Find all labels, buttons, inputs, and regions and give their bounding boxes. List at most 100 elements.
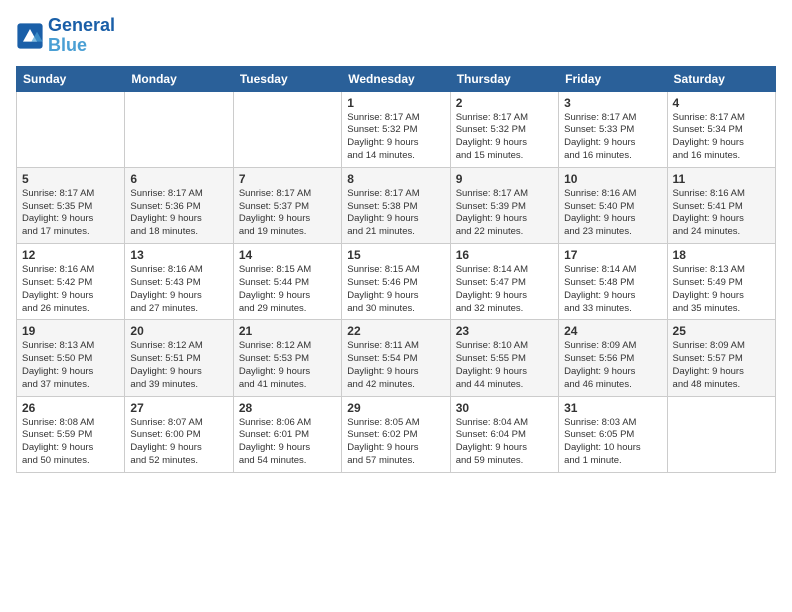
- day-info: Sunrise: 8:17 AM Sunset: 5:37 PM Dayligh…: [239, 188, 336, 239]
- calendar-cell: 31 Sunrise: 8:03 AM Sunset: 6:05 PM Dayli…: [559, 396, 667, 472]
- calendar-week-row: 5 Sunrise: 8:17 AM Sunset: 5:35 PM Daylig…: [17, 167, 776, 243]
- calendar-cell: [125, 91, 233, 167]
- calendar-header: SundayMondayTuesdayWednesdayThursdayFrid…: [17, 66, 776, 91]
- day-number: 3: [564, 96, 661, 110]
- weekday-header-wednesday: Wednesday: [342, 66, 450, 91]
- calendar-cell: 14 Sunrise: 8:15 AM Sunset: 5:44 PM Dayli…: [233, 244, 341, 320]
- day-info: Sunrise: 8:17 AM Sunset: 5:38 PM Dayligh…: [347, 188, 444, 239]
- day-info: Sunrise: 8:06 AM Sunset: 6:01 PM Dayligh…: [239, 417, 336, 468]
- day-number: 4: [673, 96, 770, 110]
- day-info: Sunrise: 8:09 AM Sunset: 5:57 PM Dayligh…: [673, 340, 770, 391]
- day-info: Sunrise: 8:17 AM Sunset: 5:32 PM Dayligh…: [456, 112, 553, 163]
- day-number: 30: [456, 401, 553, 415]
- day-number: 8: [347, 172, 444, 186]
- day-number: 24: [564, 324, 661, 338]
- day-number: 28: [239, 401, 336, 415]
- calendar-week-row: 12Sunrise: 8:16 AM Sunset: 5:42 PM Dayli…: [17, 244, 776, 320]
- calendar-cell: 21 Sunrise: 8:12 AM Sunset: 5:53 PM Dayli…: [233, 320, 341, 396]
- day-number: 9: [456, 172, 553, 186]
- day-info: Sunrise: 8:17 AM Sunset: 5:34 PM Dayligh…: [673, 112, 770, 163]
- calendar-cell: 4 Sunrise: 8:17 AM Sunset: 5:34 PM Daylig…: [667, 91, 775, 167]
- day-number: 27: [130, 401, 227, 415]
- day-number: 31: [564, 401, 661, 415]
- day-info: Sunrise: 8:10 AM Sunset: 5:55 PM Dayligh…: [456, 340, 553, 391]
- day-info: Sunrise: 8:17 AM Sunset: 5:36 PM Dayligh…: [130, 188, 227, 239]
- logo-icon: [16, 22, 44, 50]
- calendar-cell: 7 Sunrise: 8:17 AM Sunset: 5:37 PM Daylig…: [233, 167, 341, 243]
- calendar-cell: 23 Sunrise: 8:10 AM Sunset: 5:55 PM Dayli…: [450, 320, 558, 396]
- day-info: Sunrise: 8:13 AM Sunset: 5:49 PM Dayligh…: [673, 264, 770, 315]
- day-number: 13: [130, 248, 227, 262]
- calendar-cell: 24 Sunrise: 8:09 AM Sunset: 5:56 PM Dayli…: [559, 320, 667, 396]
- day-info: Sunrise: 8:12 AM Sunset: 5:53 PM Dayligh…: [239, 340, 336, 391]
- calendar-cell: [233, 91, 341, 167]
- day-number: 17: [564, 248, 661, 262]
- weekday-header-tuesday: Tuesday: [233, 66, 341, 91]
- calendar-cell: 9 Sunrise: 8:17 AM Sunset: 5:39 PM Daylig…: [450, 167, 558, 243]
- day-number: 25: [673, 324, 770, 338]
- day-number: 20: [130, 324, 227, 338]
- calendar-cell: 12Sunrise: 8:16 AM Sunset: 5:42 PM Dayli…: [17, 244, 125, 320]
- day-info: Sunrise: 8:03 AM Sunset: 6:05 PM Dayligh…: [564, 417, 661, 468]
- calendar-cell: 10 Sunrise: 8:16 AM Sunset: 5:40 PM Dayli…: [559, 167, 667, 243]
- day-number: 21: [239, 324, 336, 338]
- calendar-cell: 29Sunrise: 8:05 AM Sunset: 6:02 PM Dayli…: [342, 396, 450, 472]
- calendar-cell: 3 Sunrise: 8:17 AM Sunset: 5:33 PM Daylig…: [559, 91, 667, 167]
- calendar-table: SundayMondayTuesdayWednesdayThursdayFrid…: [16, 66, 776, 473]
- calendar-cell: 26 Sunrise: 8:08 AM Sunset: 5:59 PM Dayli…: [17, 396, 125, 472]
- calendar-cell: 6 Sunrise: 8:17 AM Sunset: 5:36 PM Daylig…: [125, 167, 233, 243]
- calendar-cell: 16Sunrise: 8:14 AM Sunset: 5:47 PM Dayli…: [450, 244, 558, 320]
- calendar-cell: 5 Sunrise: 8:17 AM Sunset: 5:35 PM Daylig…: [17, 167, 125, 243]
- day-info: Sunrise: 8:17 AM Sunset: 5:39 PM Dayligh…: [456, 188, 553, 239]
- calendar-cell: [667, 396, 775, 472]
- day-info: Sunrise: 8:12 AM Sunset: 5:51 PM Dayligh…: [130, 340, 227, 391]
- day-info: Sunrise: 8:15 AM Sunset: 5:46 PM Dayligh…: [347, 264, 444, 315]
- day-number: 6: [130, 172, 227, 186]
- day-info: Sunrise: 8:15 AM Sunset: 5:44 PM Dayligh…: [239, 264, 336, 315]
- page-header: General Blue: [16, 16, 776, 56]
- day-number: 18: [673, 248, 770, 262]
- day-number: 26: [22, 401, 119, 415]
- calendar-cell: 2 Sunrise: 8:17 AM Sunset: 5:32 PM Daylig…: [450, 91, 558, 167]
- day-number: 10: [564, 172, 661, 186]
- day-info: Sunrise: 8:17 AM Sunset: 5:33 PM Dayligh…: [564, 112, 661, 163]
- day-number: 1: [347, 96, 444, 110]
- day-info: Sunrise: 8:09 AM Sunset: 5:56 PM Dayligh…: [564, 340, 661, 391]
- day-number: 29: [347, 401, 444, 415]
- day-number: 23: [456, 324, 553, 338]
- calendar-cell: 22 Sunrise: 8:11 AM Sunset: 5:54 PM Dayli…: [342, 320, 450, 396]
- weekday-header-row: SundayMondayTuesdayWednesdayThursdayFrid…: [17, 66, 776, 91]
- logo: General Blue: [16, 16, 115, 56]
- weekday-header-saturday: Saturday: [667, 66, 775, 91]
- weekday-header-friday: Friday: [559, 66, 667, 91]
- calendar-week-row: 26 Sunrise: 8:08 AM Sunset: 5:59 PM Dayli…: [17, 396, 776, 472]
- day-info: Sunrise: 8:14 AM Sunset: 5:48 PM Dayligh…: [564, 264, 661, 315]
- day-number: 22: [347, 324, 444, 338]
- day-number: 5: [22, 172, 119, 186]
- weekday-header-monday: Monday: [125, 66, 233, 91]
- day-info: Sunrise: 8:17 AM Sunset: 5:35 PM Dayligh…: [22, 188, 119, 239]
- day-number: 19: [22, 324, 119, 338]
- calendar-cell: 17 Sunrise: 8:14 AM Sunset: 5:48 PM Dayli…: [559, 244, 667, 320]
- day-number: 14: [239, 248, 336, 262]
- day-info: Sunrise: 8:16 AM Sunset: 5:40 PM Dayligh…: [564, 188, 661, 239]
- day-info: Sunrise: 8:04 AM Sunset: 6:04 PM Dayligh…: [456, 417, 553, 468]
- day-number: 2: [456, 96, 553, 110]
- calendar-cell: 28 Sunrise: 8:06 AM Sunset: 6:01 PM Dayli…: [233, 396, 341, 472]
- day-info: Sunrise: 8:08 AM Sunset: 5:59 PM Dayligh…: [22, 417, 119, 468]
- day-number: 12: [22, 248, 119, 262]
- calendar-cell: [17, 91, 125, 167]
- calendar-body: 1 Sunrise: 8:17 AM Sunset: 5:32 PM Daylig…: [17, 91, 776, 472]
- calendar-cell: 27 Sunrise: 8:07 AM Sunset: 6:00 PM Dayli…: [125, 396, 233, 472]
- logo-text: General Blue: [48, 16, 115, 56]
- day-info: Sunrise: 8:07 AM Sunset: 6:00 PM Dayligh…: [130, 417, 227, 468]
- weekday-header-thursday: Thursday: [450, 66, 558, 91]
- day-info: Sunrise: 8:14 AM Sunset: 5:47 PM Dayligh…: [456, 264, 553, 315]
- calendar-cell: 1Sunrise: 8:17 AM Sunset: 5:32 PM Daylig…: [342, 91, 450, 167]
- calendar-cell: 30 Sunrise: 8:04 AM Sunset: 6:04 PM Dayli…: [450, 396, 558, 472]
- calendar-week-row: 1 Sunrise: 8:17 AM Sunset: 5:32 PM Daylig…: [17, 91, 776, 167]
- calendar-cell: 13Sunrise: 8:16 AM Sunset: 5:43 PM Dayli…: [125, 244, 233, 320]
- day-number: 7: [239, 172, 336, 186]
- day-info: Sunrise: 8:13 AM Sunset: 5:50 PM Dayligh…: [22, 340, 119, 391]
- day-info: Sunrise: 8:11 AM Sunset: 5:54 PM Dayligh…: [347, 340, 444, 391]
